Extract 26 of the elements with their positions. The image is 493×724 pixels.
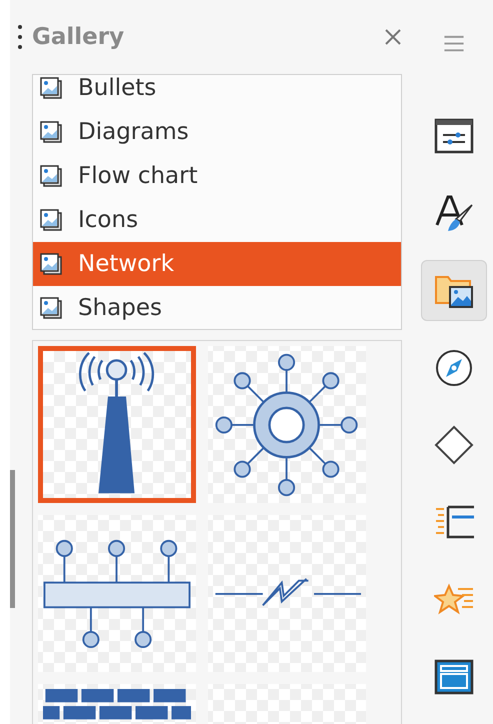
image-icon — [40, 209, 62, 231]
diamond-icon — [434, 425, 474, 466]
theme-list-item[interactable]: Network — [33, 242, 401, 286]
theme-list-item[interactable]: Diagrams — [33, 110, 401, 154]
image-icon — [40, 297, 62, 319]
image-icon — [40, 253, 62, 275]
theme-list-item[interactable]: Icons — [33, 198, 401, 242]
menu-icon[interactable] — [443, 34, 465, 54]
compass-icon — [434, 348, 474, 388]
gallery-thumbnail[interactable] — [38, 515, 196, 672]
gallery-thumbnail[interactable] — [208, 515, 366, 672]
theme-list-item[interactable]: Bullets — [33, 75, 401, 110]
styles-icon — [434, 193, 474, 234]
gallery-thumbnail[interactable] — [208, 346, 366, 503]
theme-list-item[interactable]: Shapes — [33, 286, 401, 329]
sidebar-tab[interactable] — [421, 260, 487, 322]
drag-handle-icon[interactable] — [18, 24, 22, 50]
close-icon[interactable] — [385, 29, 401, 45]
gallery-thumbnail[interactable] — [38, 346, 196, 503]
theme-list-item[interactable]: Flow chart — [33, 154, 401, 198]
panel-title: Gallery — [32, 24, 124, 50]
image-icon — [40, 77, 62, 99]
image-icon — [40, 121, 62, 143]
layout-icon — [434, 657, 474, 698]
image-icon — [40, 165, 62, 187]
resize-handle[interactable] — [10, 470, 15, 608]
